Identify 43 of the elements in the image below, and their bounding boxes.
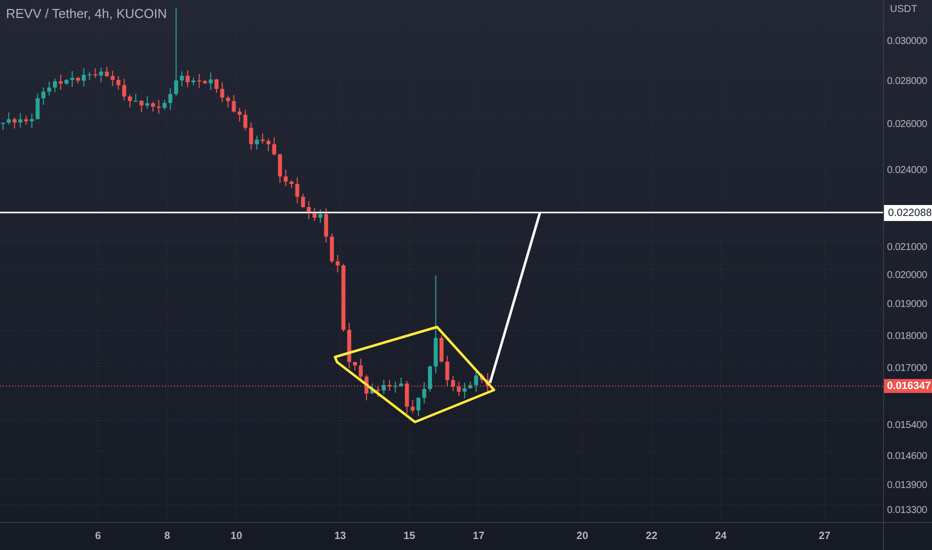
price-label: 0.013900: [887, 480, 928, 491]
price-label: 0.019000: [887, 299, 928, 310]
price-label: 0.014600: [887, 451, 928, 462]
price-label: 0.021000: [887, 242, 928, 253]
candlestick: [82, 68, 86, 87]
date-label: 6: [95, 530, 101, 542]
date-label: 22: [646, 530, 658, 542]
price-tag: 0.022088: [884, 204, 932, 221]
candlestick: [70, 70, 74, 88]
candlestick: [220, 82, 224, 103]
date-label: 27: [818, 530, 830, 542]
price-label: 0.026000: [887, 118, 928, 130]
price-label: 0.013300: [887, 505, 928, 516]
price-label: 0.030000: [887, 36, 928, 47]
price-label: 0.017000: [887, 363, 928, 374]
candlestick: [370, 382, 374, 394]
date-label: 15: [404, 530, 416, 542]
date-label: 20: [576, 530, 588, 542]
candlestick: [145, 96, 150, 110]
candlestick: [6, 112, 11, 126]
price-label: 0.020000: [887, 270, 928, 281]
candlestick: [284, 169, 288, 187]
chart-title: REVV / Tether, 4h, KUCOIN: [6, 6, 167, 21]
price-label: 0.028000: [887, 76, 928, 87]
candlestick: [208, 72, 213, 90]
price-label: 0.015400: [887, 420, 928, 432]
price-label: 0.024000: [887, 164, 928, 176]
price-tag: 0.016347: [884, 379, 932, 394]
date-label: 17: [472, 530, 484, 542]
date-label: 13: [334, 530, 346, 542]
date-label: 24: [714, 530, 727, 542]
price-label: 0.018000: [887, 330, 928, 342]
candlestick: [358, 358, 363, 380]
candlestick: [486, 372, 490, 392]
candlestick: [295, 176, 300, 204]
candlestick: [214, 78, 218, 94]
candlestick: [76, 76, 80, 84]
axis-unit-label: USDT: [890, 4, 918, 15]
date-label: 8: [164, 530, 170, 542]
candlestick: [1, 122, 5, 130]
date-label: 10: [230, 530, 242, 542]
candlestick: [364, 374, 368, 401]
candlestick: [290, 180, 294, 188]
